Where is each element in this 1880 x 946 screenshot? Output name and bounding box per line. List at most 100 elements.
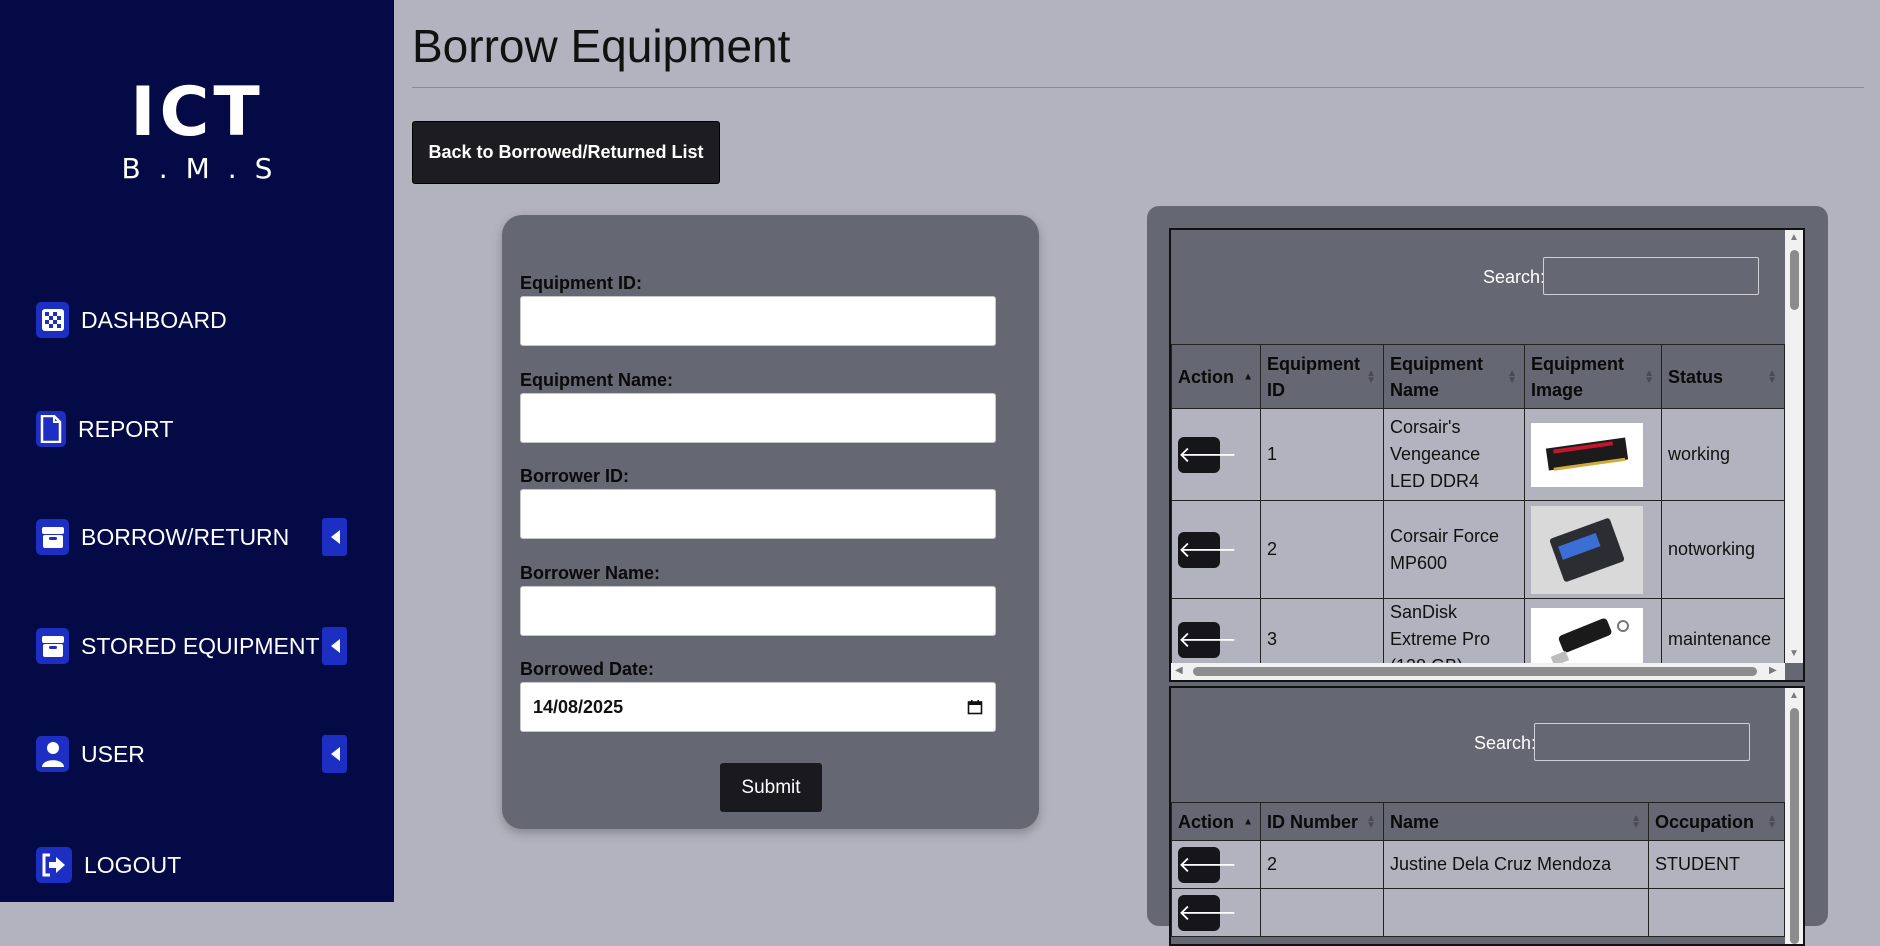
sort-icon: ▲ [1243,371,1253,382]
equipment-search-input[interactable] [1543,257,1759,295]
equipment-name-cell: Corsair Force MP600 [1383,500,1525,599]
equipment-table-vertical-scrollbar[interactable]: ▲ ▼ [1785,230,1803,663]
table-row: 🡐 2 Corsair Force MP600 notworking [1171,500,1785,599]
equipment-name-cell: Corsair's Vengeance LED DDR4 [1383,408,1525,501]
borrow-form: Equipment ID: Equipment Name: Borrower I… [502,215,1039,829]
borrower-id-label: Borrower ID: [520,466,630,486]
equipment-table: Action ▲ Equipment ID ▲ ▼ Equipment Name … [1171,344,1785,680]
col-header-occupation[interactable]: Occupation ▲ ▼ [1648,802,1785,841]
occupation-cell: STUDENT [1648,840,1785,889]
sidebar-item-stored-equipment[interactable]: STORED EQUIPMENT [36,626,320,666]
sidebar-item-label: STORED EQUIPMENT [81,632,320,659]
sidebar-item-user[interactable]: USER [36,734,145,774]
dashboard-icon [36,302,69,338]
sort-icon: ▲ ▼ [1767,812,1777,831]
borrowed-date-label: Borrowed Date: [520,659,655,679]
id-number-cell: 2 [1260,840,1384,889]
col-header-equipment-name[interactable]: Equipment Name ▲ ▼ [1383,344,1525,409]
table-row: 🡐 2 Justine Dela Cruz Mendoza STUDENT [1171,840,1785,889]
select-equipment-button[interactable]: 🡐 [1178,436,1237,473]
borrower-name-label: Borrower Name: [520,563,661,583]
scroll-right-arrow-icon[interactable]: ▶ [1769,665,1777,676]
equipment-table-horizontal-scrollbar[interactable]: ◀ ▶ [1171,663,1785,680]
user-table-box: Search: Action ▲ ID Number ▲▼ Name ▲▼ [1169,686,1805,946]
calendar-icon[interactable] [967,699,983,715]
ssd-drive-image [1531,505,1643,594]
col-header-equipment-id[interactable]: Equipment ID ▲ ▼ [1260,344,1384,409]
status-cell: working [1661,408,1785,501]
equipment-search-label: Search: [1483,267,1546,287]
sidebar: ICT B.M.S DASHBOARD REPORT BORROW/RETURN… [0,0,394,902]
col-header-status[interactable]: Status ▲ ▼ [1661,344,1785,409]
user-icon [36,736,69,772]
sidebar-item-borrow-return[interactable]: BORROW/RETURN [36,517,289,557]
sidebar-item-dashboard[interactable]: DASHBOARD [36,300,227,340]
box-icon [36,519,69,555]
borrower-name-input[interactable] [520,586,996,636]
table-row: 🡐 [1171,888,1785,937]
col-header-action[interactable]: Action ▲ [1171,802,1261,841]
col-header-action[interactable]: Action ▲ [1171,344,1261,409]
file-icon [36,411,66,447]
box-icon [36,628,69,664]
user-search-input[interactable] [1534,723,1750,761]
scroll-thumb[interactable] [1193,667,1757,676]
brand-logo: ICT B.M.S [0,75,394,187]
col-header-equipment-image[interactable]: Equipment Image ▲ ▼ [1524,344,1662,409]
caret-left-icon [330,747,340,761]
caret-left-icon [330,639,340,653]
scroll-down-arrow-icon[interactable]: ▼ [1789,648,1799,659]
equipment-id-input[interactable] [520,296,996,346]
select-user-button[interactable]: 🡐 [1178,894,1237,931]
logout-icon [36,847,72,883]
sort-icon: ▲ ▼ [1366,367,1376,386]
equipment-id-cell: 2 [1260,500,1384,599]
user-expand-toggle[interactable] [322,735,347,773]
sidebar-item-label: BORROW/RETURN [81,523,290,550]
borrow-return-expand-toggle[interactable] [322,518,347,556]
usb-flash-drive-image [1531,607,1643,672]
lookup-panel: Search: Action ▲ Equipment ID ▲ ▼ Equipme… [1147,206,1828,946]
brand-subtitle: B.M.S [121,152,291,185]
scroll-up-arrow-icon[interactable]: ▲ [1789,690,1799,701]
scroll-thumb[interactable] [1790,250,1799,310]
table-row: 🡐 1 Corsair's Vengeance LED DDR4 working [1171,408,1785,501]
sidebar-item-label: LOGOUT [84,851,182,878]
back-to-list-button[interactable]: Back to Borrowed/Returned List [412,121,720,184]
col-header-id-number[interactable]: ID Number ▲ ▼ [1260,802,1384,841]
equipment-table-box: Search: Action ▲ Equipment ID ▲ ▼ Equipme… [1169,228,1805,682]
sort-icon: ▲ [1243,816,1253,827]
user-table: Action ▲ ID Number ▲ ▼ Name ▲ ▼ Occupation… [1171,802,1785,937]
brand-title: ICT [130,73,264,152]
equipment-name-input[interactable] [520,393,996,443]
scroll-up-arrow-icon[interactable]: ▲ [1789,232,1799,243]
stored-equipment-expand-toggle[interactable] [322,627,347,665]
sort-icon: ▲ ▼ [1507,367,1517,386]
borrowed-date-value: 14/08/2025 [533,696,624,717]
sidebar-item-label: DASHBOARD [81,306,227,333]
borrowed-date-input[interactable]: 14/08/2025 [520,682,996,732]
sidebar-item-logout[interactable]: LOGOUT [36,845,181,885]
scroll-left-arrow-icon[interactable]: ◀ [1175,665,1183,676]
sort-icon: ▲ ▼ [1631,812,1641,831]
sort-icon: ▲ ▼ [1644,367,1654,386]
ram-module-image [1531,422,1643,487]
borrower-id-input[interactable] [520,489,996,539]
equipment-id-cell: 1 [1260,408,1384,501]
status-cell: notworking [1661,500,1785,599]
sidebar-item-report[interactable]: REPORT [36,409,173,449]
page-title: Borrow Equipment [412,20,791,72]
caret-left-icon [330,530,340,544]
col-header-name[interactable]: Name ▲ ▼ [1383,802,1649,841]
name-cell: Justine Dela Cruz Mendoza [1383,840,1649,889]
sort-icon: ▲ ▼ [1767,367,1777,386]
user-search-label: Search: [1474,733,1537,753]
scroll-thumb[interactable] [1790,708,1799,944]
user-table-vertical-scrollbar[interactable]: ▲ [1785,688,1803,944]
submit-button[interactable]: Submit [720,763,822,812]
select-equipment-button[interactable]: 🡐 [1178,531,1237,568]
select-user-button[interactable]: 🡐 [1178,846,1237,883]
select-equipment-button[interactable]: 🡐 [1178,621,1237,658]
equipment-id-label: Equipment ID: [520,273,642,293]
sidebar-item-label: REPORT [78,415,174,442]
